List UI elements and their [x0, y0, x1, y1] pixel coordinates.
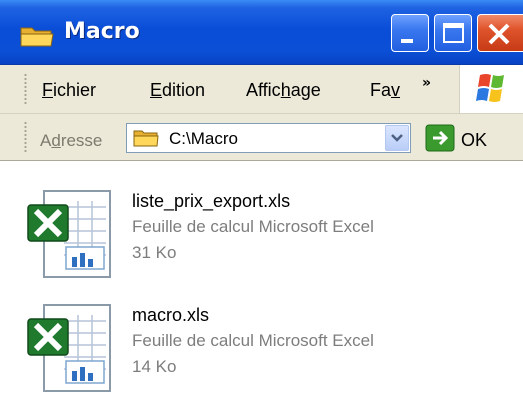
address-bar: Adresse C:\Macro OK [0, 114, 523, 161]
window-title: Macro [64, 19, 140, 44]
excel-file-icon [27, 190, 111, 278]
go-label[interactable]: OK [461, 130, 487, 151]
explorer-window: Macro Fichier Edition Affichage Fav » Ad… [0, 0, 523, 419]
file-type: Feuille de calcul Microsoft Excel [132, 331, 374, 350]
windows-logo-icon [459, 65, 523, 113]
close-icon [488, 23, 510, 45]
file-name: liste_prix_export.xls [132, 191, 291, 211]
list-item[interactable]: macro.xls Feuille de calcul Microsoft Ex… [26, 297, 506, 407]
file-type: Feuille de calcul Microsoft Excel [132, 217, 374, 236]
maximize-button[interactable] [434, 14, 472, 52]
menu-overflow-chevron-icon[interactable]: » [422, 75, 431, 91]
chevron-down-icon [391, 134, 403, 142]
go-button[interactable] [425, 124, 455, 152]
address-value: C:\Macro [169, 129, 238, 148]
address-dropdown-button[interactable] [385, 125, 409, 151]
file-size: 14 Ko [132, 357, 177, 376]
maximize-icon [443, 23, 464, 43]
folder-icon [133, 130, 159, 147]
close-button[interactable] [477, 14, 523, 52]
menu-item-affichage[interactable]: Affichage [246, 80, 321, 101]
menu-item-edition[interactable]: Edition [150, 80, 205, 101]
menu-item-fichier[interactable]: Fichier [42, 80, 96, 101]
toolbar-grip[interactable] [24, 73, 27, 105]
menu-bar: Fichier Edition Affichage Fav » [0, 65, 523, 114]
address-input[interactable]: C:\Macro [126, 123, 411, 153]
menu-item-favoris[interactable]: Fav [370, 80, 400, 101]
file-size: 31 Ko [132, 243, 177, 262]
go-arrow-icon [425, 124, 455, 152]
folder-icon [20, 27, 54, 47]
minimize-icon [401, 39, 413, 43]
address-label: Adresse [40, 131, 103, 150]
list-item[interactable]: liste_prix_export.xls Feuille de calcul … [26, 183, 506, 293]
minimize-button[interactable] [391, 14, 429, 52]
file-name: macro.xls [132, 305, 210, 325]
excel-file-icon [27, 304, 111, 392]
address-grip[interactable] [24, 121, 27, 153]
title-bar[interactable]: Macro [0, 0, 523, 65]
file-list: liste_prix_export.xls Feuille de calcul … [0, 161, 523, 419]
